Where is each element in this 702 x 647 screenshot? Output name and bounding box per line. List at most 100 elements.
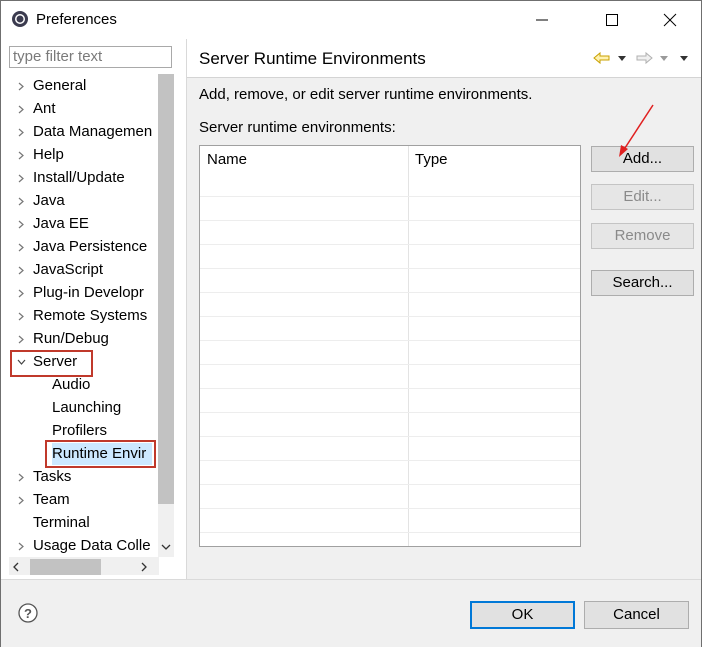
tree-item[interactable]: Remote Systems xyxy=(33,305,147,327)
tree-item[interactable]: General xyxy=(33,75,86,97)
chevron-down-icon xyxy=(161,544,171,550)
tree-item[interactable]: Java xyxy=(33,190,65,212)
tree-item[interactable]: Install/Update xyxy=(33,167,125,189)
back-menu-button[interactable] xyxy=(617,49,627,67)
annotation-arrow-icon xyxy=(619,104,654,157)
tree-item-label: Launching xyxy=(52,399,122,416)
scroll-down-button[interactable] xyxy=(158,537,174,557)
chevron-right-icon[interactable] xyxy=(16,98,26,120)
table-row-divider xyxy=(200,220,580,221)
window-title: Preferences xyxy=(36,11,117,28)
table-row-divider xyxy=(200,292,580,293)
tree-item[interactable]: Launching xyxy=(52,397,121,419)
chevron-right-icon[interactable] xyxy=(16,489,26,511)
edit-button[interactable]: Edit... xyxy=(591,184,694,210)
tree-item[interactable]: Plug-in Developr xyxy=(33,282,144,304)
back-button[interactable] xyxy=(593,49,611,67)
horizontal-scroll-thumb[interactable] xyxy=(30,559,101,575)
table-row-divider xyxy=(200,316,580,317)
chevron-right-icon[interactable] xyxy=(16,167,26,189)
tree-item-label: Java Persistence xyxy=(33,238,148,255)
tree-item[interactable]: Help xyxy=(33,144,64,166)
table-row-divider xyxy=(200,340,580,341)
chevron-down-icon[interactable] xyxy=(16,351,26,373)
maximize-button[interactable] xyxy=(589,1,635,39)
close-button[interactable] xyxy=(647,1,693,39)
tree-item[interactable]: Java Persistence xyxy=(33,236,147,258)
page-title: Server Runtime Environments xyxy=(199,49,426,68)
scroll-right-button[interactable] xyxy=(139,561,149,573)
tree-item[interactable]: Runtime Envir xyxy=(52,443,153,465)
chevron-right-icon[interactable] xyxy=(16,305,26,327)
environments-label: Server runtime environments: xyxy=(199,119,396,136)
tree-item[interactable]: Java EE xyxy=(33,213,89,235)
remove-button[interactable]: Remove xyxy=(591,223,694,249)
tree-item[interactable]: Ant xyxy=(33,98,56,120)
tree-item[interactable]: Usage Data Colle xyxy=(33,535,151,557)
chevron-right-icon[interactable] xyxy=(16,259,26,281)
forward-button[interactable] xyxy=(635,49,653,67)
eclipse-icon xyxy=(12,11,28,27)
filter-input[interactable]: type filter text xyxy=(9,46,172,68)
table-row-divider xyxy=(200,532,580,533)
chevron-right-icon[interactable] xyxy=(16,535,26,557)
vertical-scroll-thumb[interactable] xyxy=(158,74,174,504)
column-header-type[interactable]: Type xyxy=(408,146,580,172)
maximize-icon xyxy=(606,14,618,26)
page-header: Server Runtime Environments xyxy=(187,39,701,78)
table-row-divider xyxy=(200,364,580,365)
tree-item[interactable]: Team xyxy=(33,489,70,511)
tree-item-label: General xyxy=(33,77,87,94)
tree-item-label: Plug-in Developr xyxy=(33,284,144,301)
help-icon[interactable]: ? xyxy=(18,603,38,623)
chevron-right-icon[interactable] xyxy=(16,121,26,143)
preferences-tree: General Ant Data Managemen Help Install/Upda… xyxy=(1,74,161,557)
tree-item-label: Audio xyxy=(52,376,91,393)
dropdown-arrow-icon xyxy=(618,56,626,61)
tree-item[interactable]: Tasks xyxy=(33,466,71,488)
tree-item-label: Team xyxy=(33,491,70,508)
scroll-left-button[interactable] xyxy=(11,561,21,573)
chevron-right-icon[interactable] xyxy=(16,75,26,97)
cancel-button[interactable]: Cancel xyxy=(584,601,689,629)
view-menu-button[interactable] xyxy=(679,49,689,67)
table-row-divider xyxy=(200,244,580,245)
chevron-right-icon[interactable] xyxy=(16,236,26,258)
tree-item[interactable]: Audio xyxy=(52,374,90,396)
chevron-right-icon[interactable] xyxy=(16,282,26,304)
search-button[interactable]: Search... xyxy=(591,270,694,296)
forward-menu-button[interactable] xyxy=(659,49,669,67)
table-row-divider xyxy=(200,508,580,509)
tree-item-label: Java xyxy=(33,192,65,209)
tree-item-label: Help xyxy=(33,146,64,163)
tree-item[interactable]: Data Managemen xyxy=(33,121,152,143)
chevron-right-icon[interactable] xyxy=(16,213,26,235)
title-bar: Preferences xyxy=(1,1,701,39)
tree-item[interactable]: Run/Debug xyxy=(33,328,109,350)
tree-item[interactable]: Profilers xyxy=(52,420,107,442)
tree-item[interactable]: Server xyxy=(33,351,77,373)
tree-item-label: Profilers xyxy=(52,422,108,439)
chevron-right-icon[interactable] xyxy=(16,328,26,350)
tree-item[interactable]: JavaScript xyxy=(33,259,103,281)
tree-item[interactable]: Terminal xyxy=(33,512,90,534)
page-panel: Server Runtime Environments Add, remove,… xyxy=(187,39,701,579)
table-row-divider xyxy=(200,436,580,437)
tree-item-label: Tasks xyxy=(33,468,72,485)
tree-item-label: Remote Systems xyxy=(33,307,148,324)
column-separator xyxy=(408,146,409,546)
column-header-name[interactable]: Name xyxy=(200,146,407,172)
chevron-right-icon[interactable] xyxy=(16,466,26,488)
minimize-button[interactable] xyxy=(519,1,565,39)
chevron-right-icon[interactable] xyxy=(16,190,26,212)
view-menu-icon xyxy=(680,56,688,61)
chevron-right-icon[interactable] xyxy=(16,144,26,166)
table-row-divider xyxy=(200,388,580,389)
environments-table[interactable]: Name Type xyxy=(199,145,581,547)
tree-item-label: Runtime Envir xyxy=(52,445,147,462)
table-row-divider xyxy=(200,412,580,413)
preferences-window: Preferences type filter text General Ant D… xyxy=(0,0,702,647)
dropdown-arrow-icon xyxy=(660,56,668,61)
ok-button[interactable]: OK xyxy=(470,601,575,629)
tree-item-label: Usage Data Colle xyxy=(33,537,151,554)
